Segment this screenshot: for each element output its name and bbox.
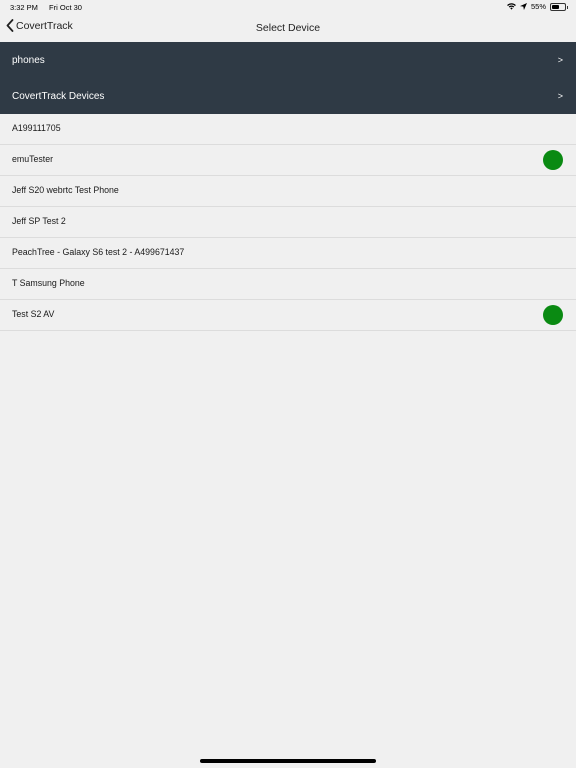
device-name: A199111705 — [12, 123, 61, 133]
section-coverttrack-devices[interactable]: CovertTrack Devices > — [0, 78, 576, 114]
battery-cap — [567, 5, 568, 9]
online-status-dot — [543, 150, 563, 170]
device-name: Jeff SP Test 2 — [12, 216, 66, 226]
device-row[interactable]: T Samsung Phone — [0, 269, 576, 300]
status-bar: 3:32 PM Fri Oct 30 55% — [0, 0, 576, 14]
status-left: 3:32 PM Fri Oct 30 — [10, 3, 91, 12]
status-date: Fri Oct 30 — [49, 3, 82, 12]
device-name: Test S2 AV — [12, 309, 55, 319]
navigation-bar: CovertTrack Select Device — [0, 14, 576, 42]
device-row[interactable]: Jeff S20 webrtc Test Phone — [0, 176, 576, 207]
device-row[interactable]: PeachTree - Galaxy S6 test 2 - A49967143… — [0, 238, 576, 269]
battery-level — [552, 4, 559, 9]
device-row[interactable]: Jeff SP Test 2 — [0, 207, 576, 238]
status-time: 3:32 PM — [10, 3, 38, 12]
device-list: A199111705 emuTester Jeff S20 webrtc Test … — [0, 114, 576, 331]
section-phones[interactable]: phones > — [0, 42, 576, 78]
device-name: PeachTree - Galaxy S6 test 2 - A49967143… — [12, 247, 185, 257]
status-right: 55% — [507, 2, 568, 11]
section-phones-label: phones — [12, 55, 45, 66]
wifi-icon — [507, 3, 516, 10]
location-icon — [519, 3, 527, 10]
online-status-dot — [543, 305, 563, 325]
battery-icon — [550, 2, 568, 11]
home-indicator[interactable] — [200, 759, 376, 763]
chevron-right-icon: > — [557, 91, 563, 101]
device-row[interactable]: Test S2 AV — [0, 300, 576, 331]
page-title: Select Device — [255, 22, 321, 34]
device-name: T Samsung Phone — [12, 278, 85, 288]
device-name: emuTester — [12, 154, 54, 164]
chevron-right-icon: > — [557, 55, 563, 65]
section-coverttrack-devices-label: CovertTrack Devices — [12, 91, 105, 102]
device-row[interactable]: A199111705 — [0, 114, 576, 145]
device-name: Jeff S20 webrtc Test Phone — [12, 185, 119, 195]
device-row[interactable]: emuTester — [0, 145, 576, 176]
battery-percent: 55% — [530, 2, 546, 11]
